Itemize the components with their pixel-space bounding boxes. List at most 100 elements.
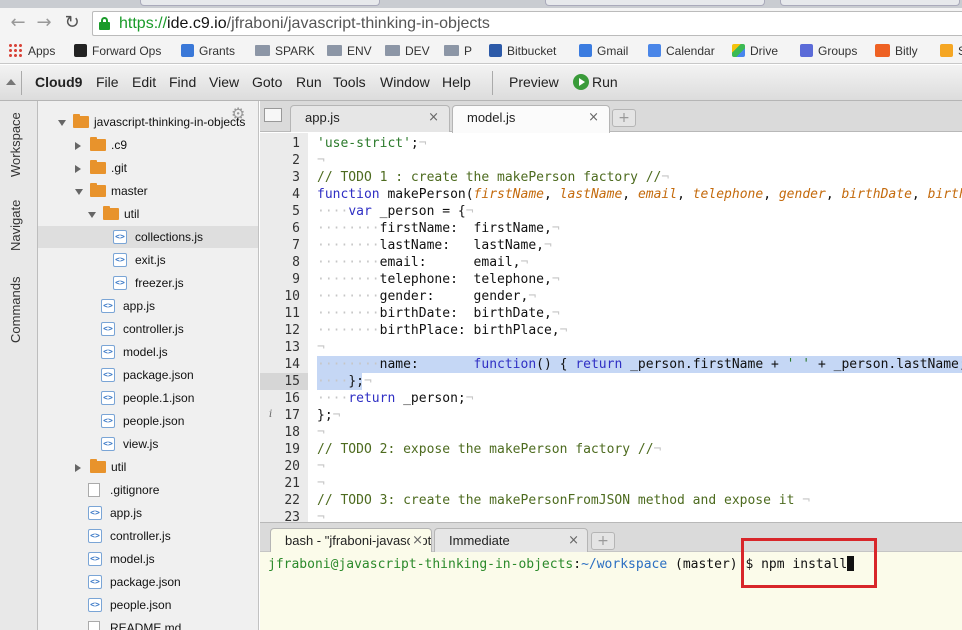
tab-workspace[interactable]: Workspace: [8, 112, 23, 177]
code-line: ········birthDate: birthDate,¬: [317, 306, 560, 321]
tab-app-js[interactable]: app.js ×: [290, 105, 450, 132]
tab-immediate[interactable]: Immediate ×: [434, 528, 588, 553]
tab-model-js[interactable]: model.js ×: [452, 105, 610, 133]
preview-button[interactable]: Preview: [509, 74, 559, 90]
menu-find[interactable]: Find: [169, 74, 196, 90]
close-icon[interactable]: ×: [588, 106, 599, 130]
menu-goto[interactable]: Goto: [252, 74, 282, 90]
code-line: ····var _person = {¬: [317, 204, 474, 219]
tree-item-label: app.js: [110, 506, 143, 520]
code-file-icon: <>: [88, 575, 102, 589]
drive-icon: [732, 44, 745, 57]
new-tab-button[interactable]: +: [612, 109, 636, 127]
tree-item[interactable]: .gitignore: [38, 479, 258, 501]
tree-item[interactable]: <> people.1.json: [38, 387, 258, 409]
new-terminal-button[interactable]: +: [591, 532, 615, 550]
tree-item[interactable]: <> model.js: [38, 341, 258, 363]
tree-item[interactable]: javascript-thinking-in-objects: [38, 111, 258, 133]
folder-icon: [444, 45, 459, 56]
close-icon[interactable]: ×: [568, 529, 579, 553]
tree-item-label: model.js: [123, 345, 168, 359]
bookmark-spark[interactable]: SPARK: [255, 42, 315, 60]
tree-item[interactable]: <> collections.js: [38, 226, 258, 248]
close-icon[interactable]: ×: [428, 106, 439, 130]
chevron-right-icon[interactable]: [75, 165, 81, 173]
tree-item-label: util: [111, 460, 127, 474]
code-line: ····};¬: [317, 374, 372, 389]
folder-icon: [385, 45, 400, 56]
bookmark-p[interactable]: P: [444, 42, 472, 60]
bookmark-apps[interactable]: Apps: [8, 42, 55, 60]
tree-item[interactable]: README.md: [38, 617, 258, 630]
code-file-icon: <>: [101, 322, 115, 336]
menu-window[interactable]: Window: [380, 74, 430, 90]
browser-tab[interactable]: [545, 0, 765, 6]
bookmark-dev[interactable]: DEV: [385, 42, 430, 60]
tree-item[interactable]: <> package.json: [38, 571, 258, 593]
tree-item[interactable]: master: [38, 180, 258, 202]
bookmark-bitbucket[interactable]: Bitbucket: [489, 42, 556, 60]
tab-commands[interactable]: Commands: [8, 277, 23, 343]
chevron-down-icon[interactable]: [88, 212, 96, 218]
menu-file[interactable]: File: [96, 74, 119, 90]
tab-navigate[interactable]: Navigate: [8, 200, 23, 251]
code-line: ¬: [317, 153, 325, 168]
line-number: 4: [292, 187, 300, 202]
menu-run[interactable]: Run: [296, 74, 322, 90]
menu-tools[interactable]: Tools: [333, 74, 366, 90]
menu-view[interactable]: View: [209, 74, 239, 90]
code-editor[interactable]: 1 2 3 4 5 6 7 8 9 10 11 12 13 14 15 16 17 i 18 19 20 21 22 23 '…: [260, 133, 962, 522]
tree-item[interactable]: <> view.js: [38, 433, 258, 455]
menu-edit[interactable]: Edit: [132, 74, 156, 90]
code-line: ········telephone: telephone,¬: [317, 272, 560, 287]
forward-icon[interactable]: →: [34, 13, 54, 33]
tree-item[interactable]: <> model.js: [38, 548, 258, 570]
tree-item[interactable]: <> exit.js: [38, 249, 258, 271]
tree-item[interactable]: <> package.json: [38, 364, 258, 386]
tab-bash[interactable]: bash - "jfraboni-javascript-thinking-in-…: [270, 528, 432, 553]
apps-grid-icon: [8, 43, 22, 57]
tree-item[interactable]: <> controller.js: [38, 318, 258, 340]
close-icon[interactable]: ×: [410, 529, 423, 553]
tree-item[interactable]: .git: [38, 157, 258, 179]
browser-tab[interactable]: [140, 0, 380, 6]
bookmark-calendar[interactable]: Calendar: [648, 42, 715, 60]
bookmark-groups[interactable]: Groups: [800, 42, 857, 60]
chevron-right-icon[interactable]: [75, 142, 81, 150]
tree-item[interactable]: <> app.js: [38, 295, 258, 317]
tree-item[interactable]: <> freezer.js: [38, 272, 258, 294]
collapse-menubar-icon[interactable]: [6, 79, 16, 85]
bookmark-forward-ops[interactable]: Forward Ops: [74, 42, 161, 60]
tree-item[interactable]: <> people.json: [38, 410, 258, 432]
menu-help[interactable]: Help: [442, 74, 471, 90]
tree-item[interactable]: util: [38, 203, 258, 225]
tree-item[interactable]: <> controller.js: [38, 525, 258, 547]
chevron-down-icon[interactable]: [75, 189, 83, 195]
tree-item[interactable]: <> people.json: [38, 594, 258, 616]
back-icon[interactable]: ←: [8, 13, 28, 33]
browser-tab[interactable]: [780, 0, 960, 6]
tree-item[interactable]: <> app.js: [38, 502, 258, 524]
run-button[interactable]: Run: [573, 74, 618, 90]
tree-item[interactable]: util: [38, 456, 258, 478]
bookmark-drive[interactable]: Drive: [732, 42, 778, 60]
lock-icon: [99, 17, 110, 30]
editor-layout-icon[interactable]: [264, 108, 282, 122]
tree-item-label: app.js: [123, 299, 156, 313]
code-file-icon: <>: [113, 230, 127, 244]
tree-item-label: controller.js: [110, 529, 171, 543]
info-icon[interactable]: i: [269, 409, 272, 420]
line-number: 22: [284, 493, 300, 508]
code-line: ········email: email,¬: [317, 255, 529, 270]
tree-item[interactable]: .c9: [38, 134, 258, 156]
address-bar[interactable]: https://ide.c9.io/jfraboni/javascript-th…: [92, 11, 962, 36]
chevron-down-icon[interactable]: [58, 120, 66, 126]
bookmark-env[interactable]: ENV: [327, 42, 372, 60]
cloud9-menu[interactable]: Cloud9: [35, 74, 82, 90]
reload-icon[interactable]: ↻: [62, 13, 82, 33]
bookmark-gmail[interactable]: Gmail: [579, 42, 628, 60]
bookmark-bitly[interactable]: Bitly: [875, 42, 918, 60]
bookmark-grants[interactable]: Grants: [181, 42, 235, 60]
bookmark-s[interactable]: S: [940, 42, 962, 60]
chevron-right-icon[interactable]: [75, 464, 81, 472]
